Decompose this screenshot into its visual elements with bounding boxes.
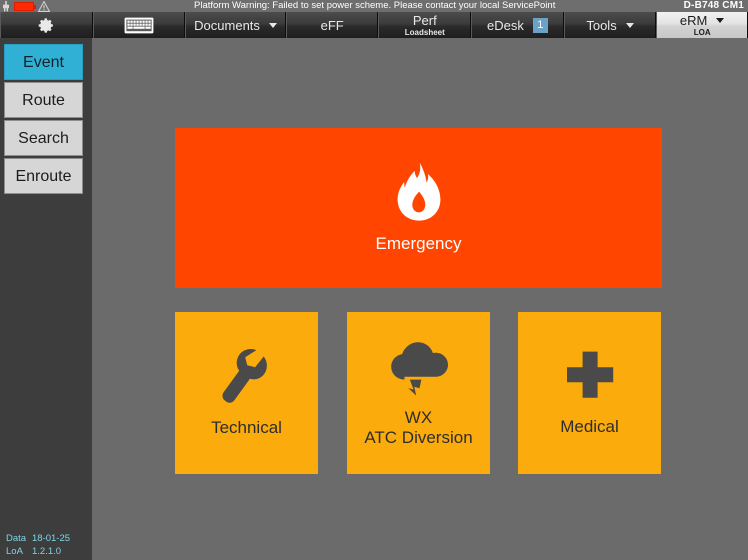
- tab-edesk[interactable]: eDesk 1: [471, 12, 564, 38]
- tile-medical[interactable]: Medical: [518, 312, 661, 474]
- tab-eff-label: eFF: [320, 17, 344, 33]
- sidebar: Event Route Search Enroute Data 18-01-25 …: [0, 38, 92, 560]
- tile-emergency-label: Emergency: [375, 233, 462, 253]
- data-version-row: Data 18-01-25: [6, 532, 70, 545]
- plug-icon: [3, 0, 9, 11]
- flame-icon: [397, 162, 440, 221]
- chevron-down-icon: [625, 22, 634, 28]
- tab-erm-sublabel: LOA: [693, 27, 711, 37]
- tab-edesk-label: eDesk: [486, 17, 524, 33]
- sidebar-item-event[interactable]: Event: [4, 44, 83, 80]
- chevron-down-icon: [268, 22, 277, 28]
- status-bar: Platform Warning: Failed to set power sc…: [0, 0, 748, 12]
- wrench-icon: [221, 348, 267, 403]
- data-version-value: 18-01-25: [32, 533, 71, 544]
- storm-cloud-icon: [390, 341, 448, 396]
- tile-technical[interactable]: Technical: [175, 312, 318, 474]
- edesk-notification-badge: 1: [532, 17, 548, 33]
- tab-erm[interactable]: eRM LOA: [656, 12, 748, 38]
- battery-icon: [14, 1, 36, 11]
- tab-perf[interactable]: Perf Loadsheet: [378, 12, 472, 38]
- version-info: Data 18-01-25 LoA 1.2.1.0: [6, 532, 70, 558]
- tile-wx-label-line2: ATC Diversion: [364, 428, 473, 447]
- tile-medical-label: Medical: [560, 416, 619, 436]
- tile-wx-label-line1: WX: [404, 407, 433, 427]
- sidebar-item-search[interactable]: Search: [4, 120, 83, 156]
- tab-tools[interactable]: Tools: [563, 12, 657, 38]
- tab-perf-label: Perf: [412, 12, 437, 28]
- platform-warning-text: Platform Warning: Failed to set power sc…: [194, 0, 556, 11]
- tile-technical-label: Technical: [211, 417, 282, 437]
- tab-erm-label: eRM: [679, 12, 708, 28]
- loa-version-value: 1.2.1.0: [32, 546, 62, 557]
- tile-wx-label: WX ATC Diversion: [364, 408, 472, 449]
- aircraft-crew-identifier: D-B748 CM1: [683, 0, 744, 11]
- chevron-down-icon: [716, 17, 725, 23]
- tab-documents[interactable]: Documents: [185, 12, 286, 38]
- tab-perf-sublabel: Loadsheet: [404, 27, 445, 37]
- warning-triangle-icon: [38, 0, 50, 12]
- application-window: Platform Warning: Failed to set power sc…: [0, 0, 748, 560]
- tab-documents-label: Documents: [194, 17, 260, 33]
- keyboard-icon: [124, 17, 154, 33]
- tile-emergency[interactable]: Emergency: [175, 128, 662, 288]
- gear-icon: [38, 17, 53, 33]
- main-toolbar: Documents eFF Perf Loadsheet eDesk 1 Too…: [0, 12, 748, 38]
- cross-icon: [566, 351, 613, 398]
- tile-wx-atc-diversion[interactable]: WX ATC Diversion: [347, 312, 490, 474]
- settings-button[interactable]: [0, 12, 93, 38]
- keyboard-button[interactable]: [92, 12, 186, 38]
- status-bar-icons: [2, 0, 50, 12]
- data-version-key: Data: [6, 533, 27, 544]
- loa-version-key: LoA: [6, 546, 23, 557]
- sidebar-item-route[interactable]: Route: [4, 82, 83, 118]
- sidebar-item-enroute[interactable]: Enroute: [4, 158, 83, 194]
- tab-tools-label: Tools: [586, 17, 617, 33]
- loa-version-row: LoA 1.2.1.0: [6, 545, 70, 558]
- main-content: Emergency Technical WX ATC Diversion Med…: [92, 38, 748, 560]
- tab-eff[interactable]: eFF: [285, 12, 379, 38]
